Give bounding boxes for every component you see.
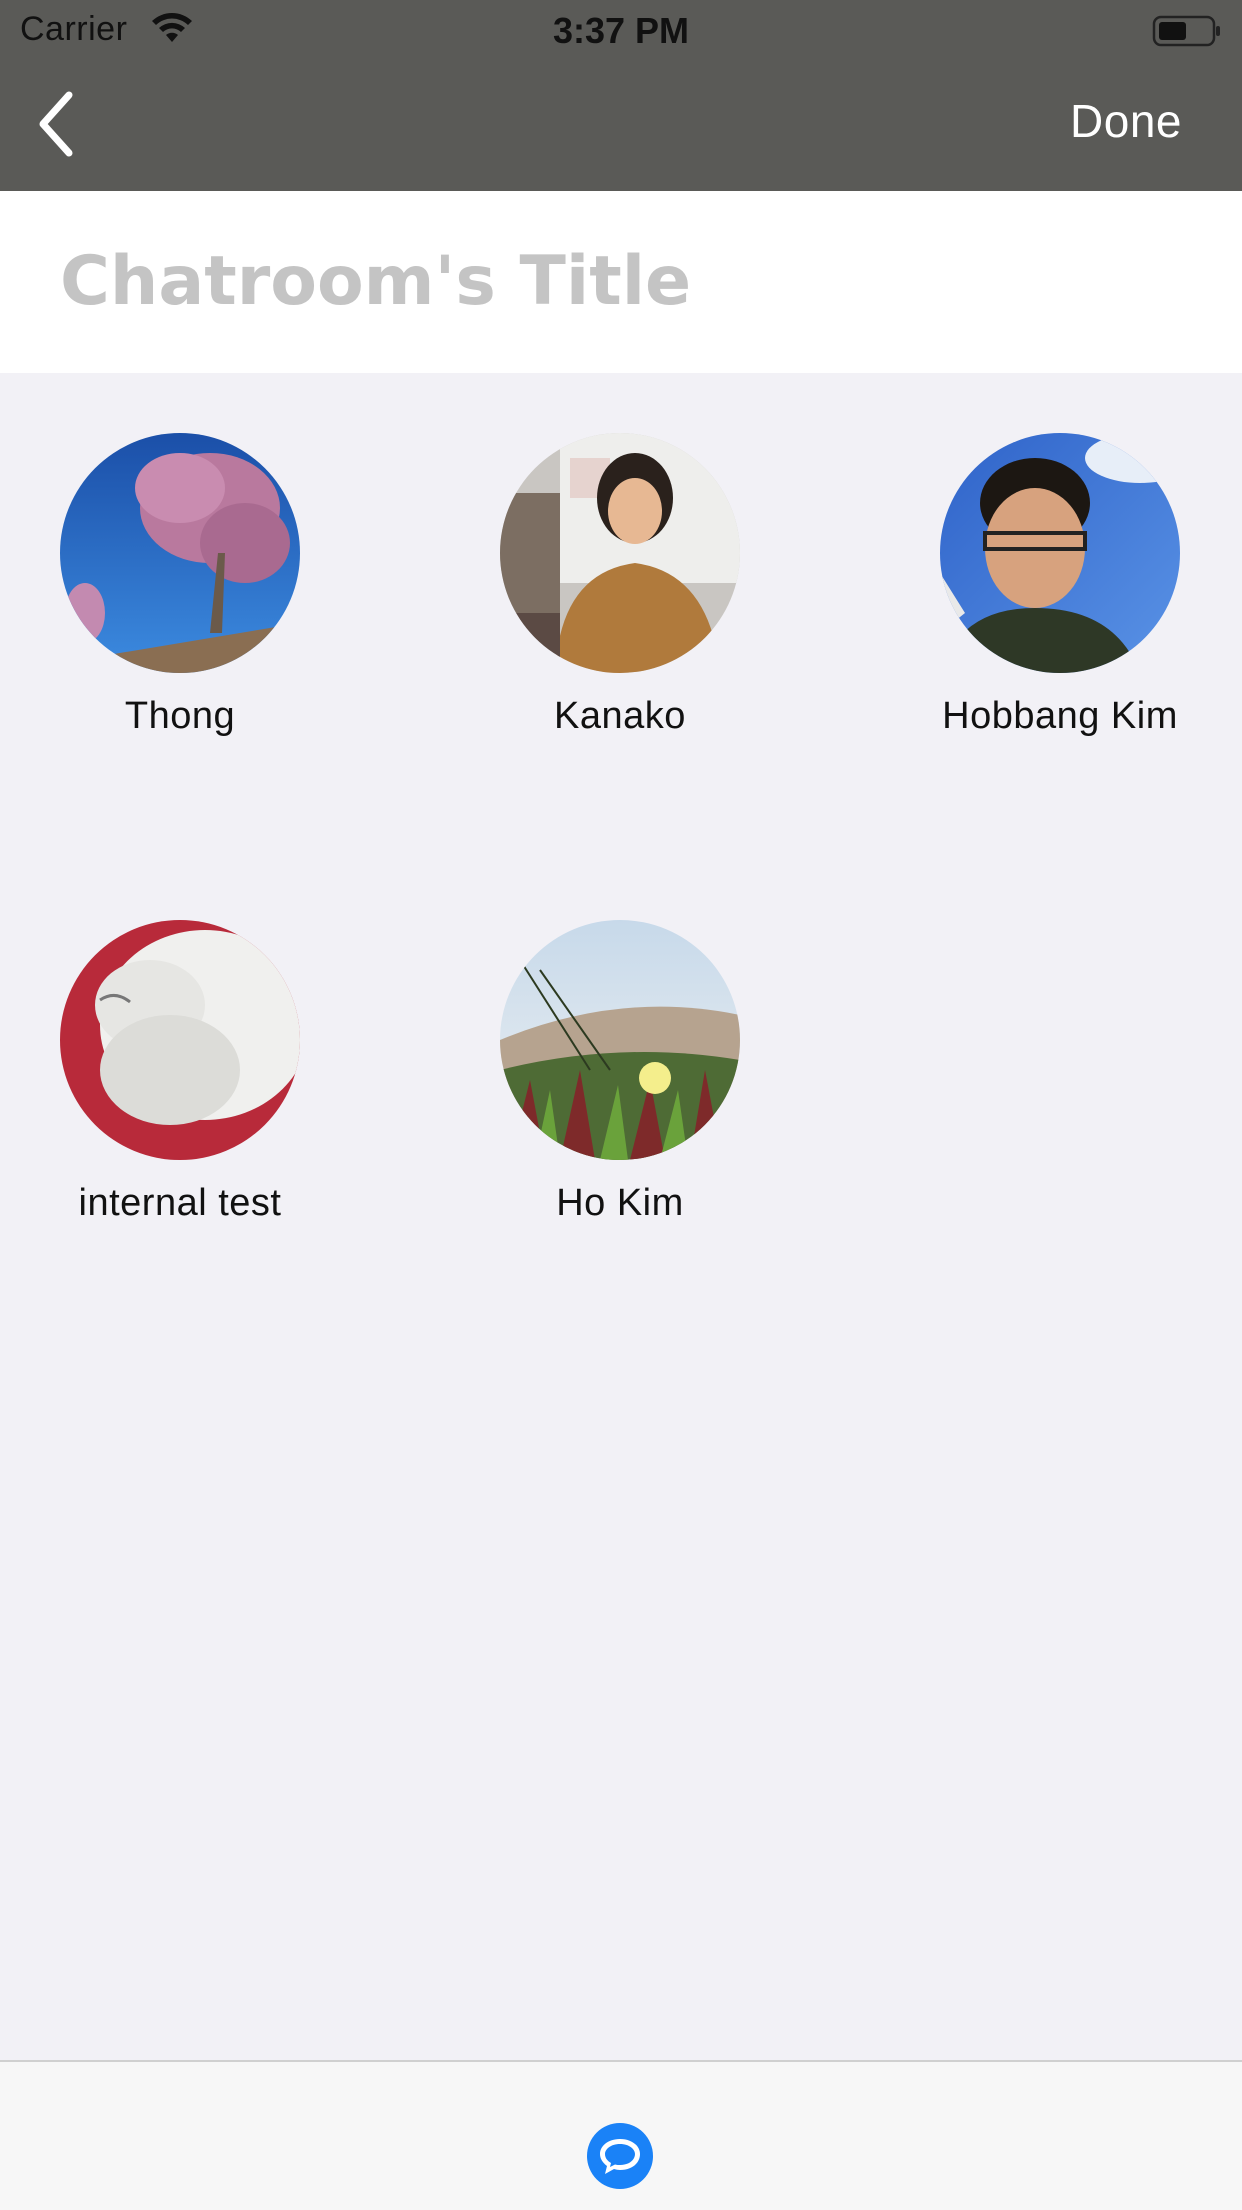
avatar (500, 433, 740, 673)
navigation-bar: Done (0, 62, 1242, 191)
member-photo (500, 920, 740, 1160)
avatar (500, 920, 740, 1160)
member-photo (500, 433, 740, 673)
battery-icon (1152, 15, 1220, 47)
title-field-container (0, 191, 1242, 373)
member-name: internal test (78, 1182, 282, 1224)
chatroom-title-input[interactable] (60, 231, 1180, 331)
status-bar: Carrier 3:37 PM (0, 0, 1242, 62)
member-name: Thong (124, 695, 236, 737)
member-item[interactable]: Ho Kim (440, 920, 800, 1250)
top-bar: Carrier 3:37 PM Done (0, 0, 1242, 191)
tab-bar (0, 2060, 1242, 2210)
member-item[interactable]: internal test (0, 920, 360, 1250)
member-item[interactable]: Kanako (440, 433, 800, 763)
member-name: Kanako (554, 695, 686, 737)
avatar (60, 920, 300, 1160)
status-time: 3:37 PM (552, 10, 690, 51)
done-button[interactable]: Done (1070, 94, 1182, 148)
member-photo (60, 920, 300, 1160)
chat-bubble-icon[interactable] (586, 2122, 654, 2190)
member-name: Ho Kim (556, 1182, 684, 1224)
member-photo (60, 433, 300, 673)
member-item[interactable]: Thong (0, 433, 360, 763)
back-button[interactable] (22, 84, 92, 164)
member-item[interactable]: Hobbang Kim (880, 433, 1240, 763)
chevron-left-icon (39, 91, 73, 157)
avatar (60, 433, 300, 673)
member-name: Hobbang Kim (942, 695, 1178, 737)
member-photo (940, 433, 1180, 673)
avatar (940, 433, 1180, 673)
